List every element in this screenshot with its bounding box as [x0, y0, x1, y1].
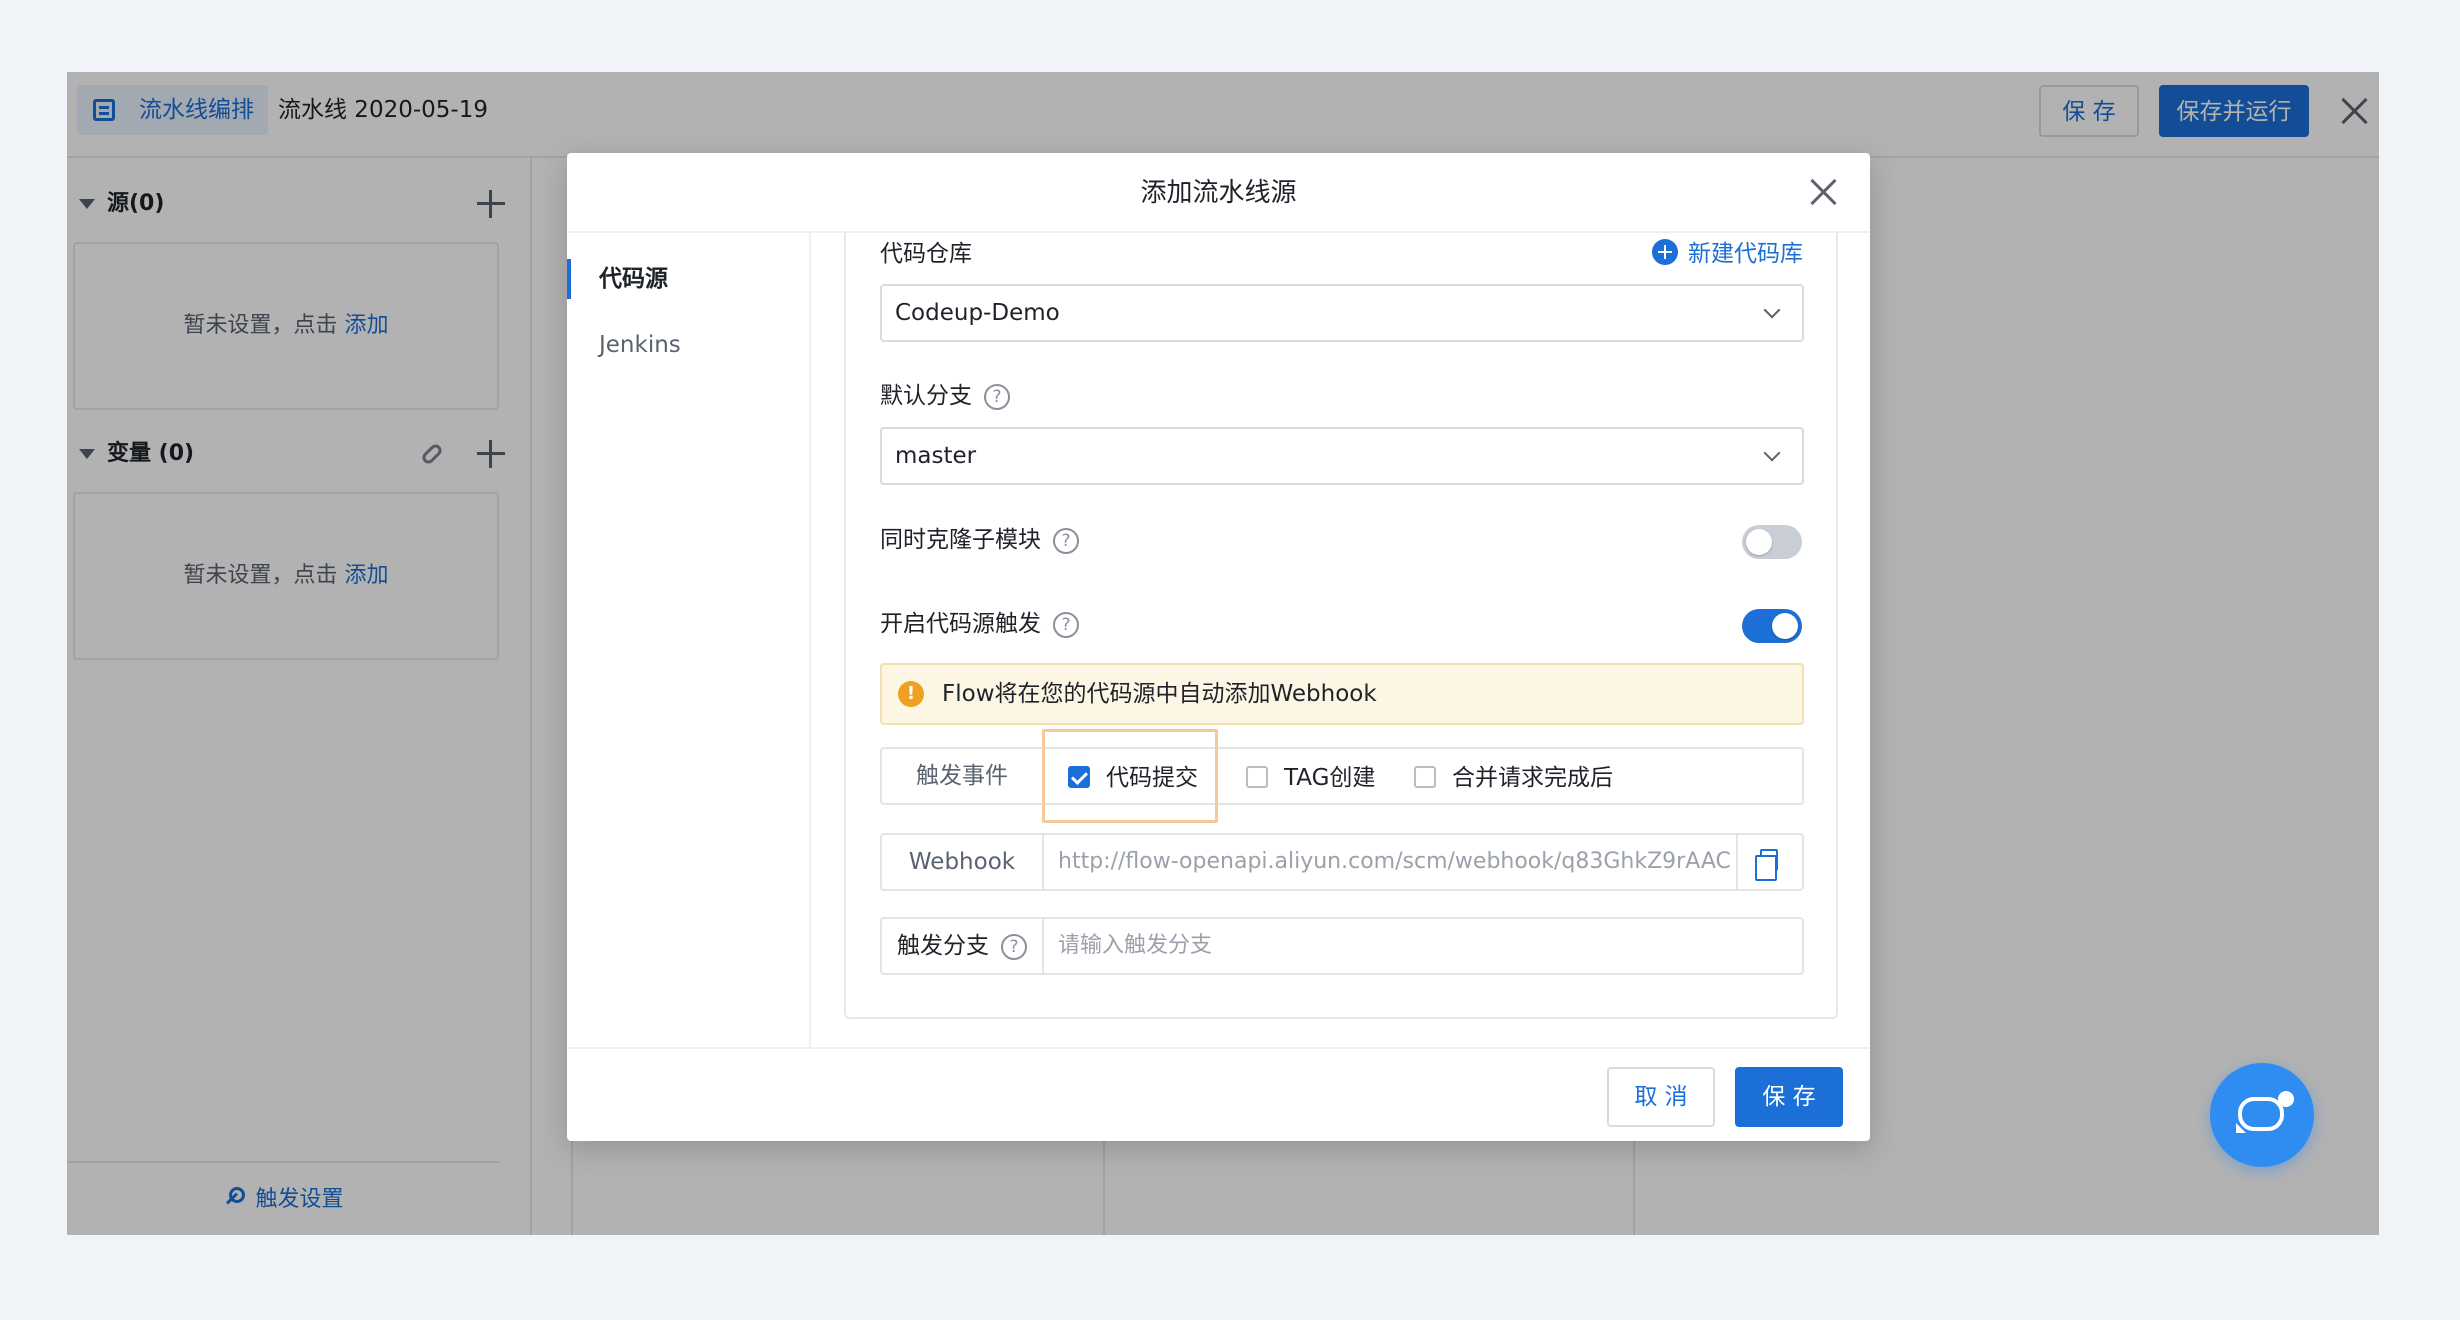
help-icon[interactable]: ? — [984, 384, 1010, 410]
checkbox-label: 合并请求完成后 — [1452, 765, 1613, 791]
trigger-branch-input[interactable]: 请输入触发分支 — [1058, 919, 1788, 973]
webhook-row: Webhook http://flow-openapi.aliyun.com/s… — [880, 833, 1804, 891]
nav-item-jenkins[interactable]: Jenkins — [567, 317, 811, 373]
new-repo-label: 新建代码库 — [1688, 241, 1803, 267]
chevron-down-icon — [1764, 445, 1781, 462]
branch-select[interactable]: master — [880, 427, 1804, 485]
repo-select[interactable]: Codeup-Demo — [880, 284, 1804, 342]
trigger-events-label: 触发事件 — [882, 749, 1044, 803]
dialog-header: 添加流水线源 — [567, 153, 1870, 233]
trigger-label: 开启代码源触发 — [880, 611, 1041, 637]
branch-select-value: master — [895, 443, 976, 469]
warning-icon: ! — [898, 681, 924, 707]
clone-submodule-toggle[interactable] — [1742, 525, 1802, 559]
trigger-branch-label: 触发分支 — [897, 933, 989, 959]
webhook-alert: ! Flow将在您的代码源中自动添加Webhook — [880, 663, 1804, 725]
clone-submodule-label: 同时克隆子模块 — [880, 527, 1041, 553]
checkbox-tag-create[interactable]: TAG创建 — [1246, 765, 1375, 791]
repo-label: 代码仓库 — [880, 237, 972, 271]
help-icon[interactable]: ? — [1001, 934, 1027, 960]
cancel-button[interactable]: 取 消 — [1607, 1067, 1715, 1127]
checkbox-merge-request[interactable]: 合并请求完成后 — [1414, 765, 1613, 791]
add-pipeline-source-dialog: 添加流水线源 代码源 Jenkins 代码仓库 新建代码库 Codeup-Dem… — [567, 153, 1870, 1141]
trigger-branch-row: 触发分支? 请输入触发分支 — [880, 917, 1804, 975]
clone-submodule-label-row: 同时克隆子模块? — [880, 523, 1079, 557]
chevron-down-icon — [1764, 302, 1781, 319]
dialog-footer: 取 消 保 存 — [567, 1047, 1870, 1141]
code-source-trigger-toggle[interactable] — [1742, 609, 1802, 643]
branch-label: 默认分支 — [880, 383, 972, 409]
trigger-events-row: 触发事件 代码提交 TAG创建 合并请求完成后 — [880, 747, 1804, 805]
nav-item-code-source[interactable]: 代码源 — [567, 251, 811, 307]
chat-support-button[interactable] — [2210, 1063, 2314, 1167]
copy-icon — [1760, 849, 1778, 871]
plus-circle-icon — [1652, 239, 1678, 265]
repo-select-value: Codeup-Demo — [895, 300, 1060, 326]
alert-text: Flow将在您的代码源中自动添加Webhook — [942, 681, 1377, 707]
copy-button[interactable] — [1736, 835, 1802, 889]
code-source-form: 代码仓库 新建代码库 Codeup-Demo 默认分支? master 同时克隆… — [844, 233, 1838, 1019]
checkbox-label: TAG创建 — [1284, 765, 1375, 791]
trigger-branch-label-cell: 触发分支? — [882, 919, 1044, 973]
checkbox-icon — [1246, 766, 1268, 788]
dialog-save-button[interactable]: 保 存 — [1735, 1067, 1843, 1127]
checkbox-checked-icon — [1068, 766, 1090, 788]
checkbox-icon — [1414, 766, 1436, 788]
branch-label-row: 默认分支? — [880, 379, 1010, 413]
source-type-nav: 代码源 Jenkins — [567, 233, 811, 1047]
checkbox-label: 代码提交 — [1106, 765, 1198, 791]
trigger-label-row: 开启代码源触发? — [880, 607, 1079, 641]
new-repo-link[interactable]: 新建代码库 — [1652, 237, 1803, 271]
webhook-url-field[interactable]: http://flow-openapi.aliyun.com/scm/webho… — [1058, 835, 1732, 889]
checkbox-code-commit[interactable]: 代码提交 — [1068, 765, 1198, 791]
dialog-title: 添加流水线源 — [567, 153, 1870, 233]
webhook-label: Webhook — [882, 835, 1044, 889]
help-icon[interactable]: ? — [1053, 528, 1079, 554]
close-icon[interactable] — [1806, 175, 1840, 209]
help-icon[interactable]: ? — [1053, 612, 1079, 638]
